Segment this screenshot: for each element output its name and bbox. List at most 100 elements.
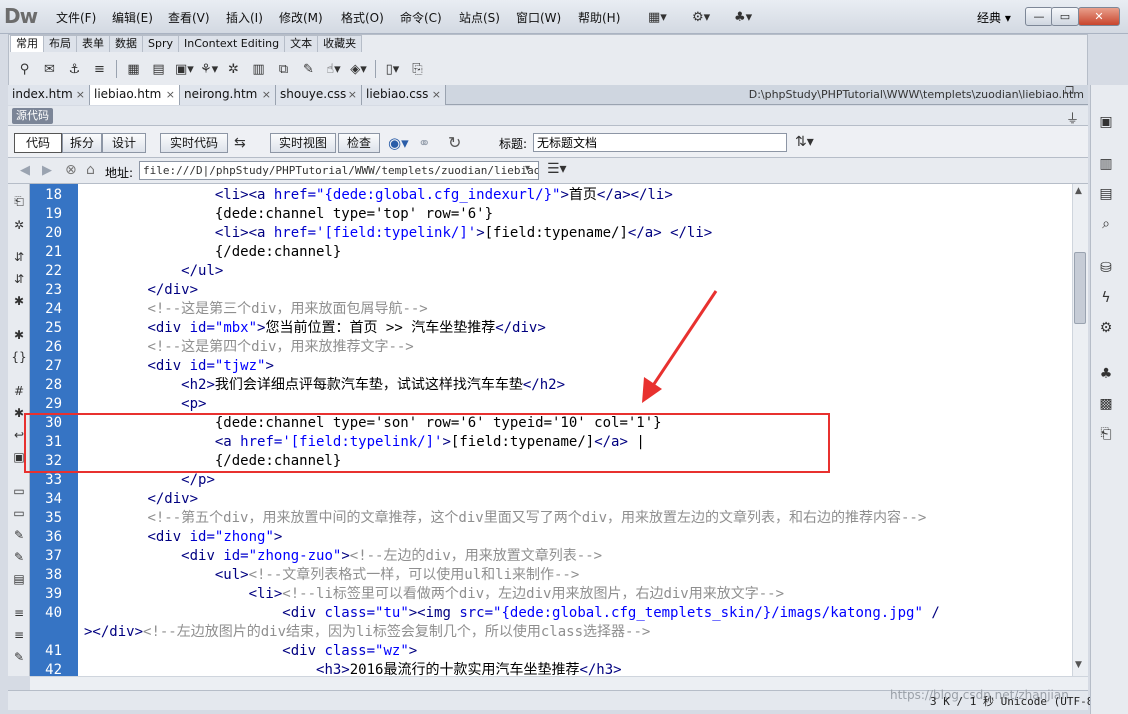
menu-window[interactable]: 窗口(W)	[516, 9, 561, 26]
assets-icon[interactable]: ▩	[1096, 394, 1116, 414]
tab-forms[interactable]: 表单	[76, 35, 110, 52]
code-line[interactable]: <!--第五个div，用来放置中间的文章推荐，这个div里面又写了两个div，用…	[80, 509, 926, 528]
server-include-icon[interactable]: ⧉	[275, 61, 292, 78]
browser-compat-icon[interactable]: ⚭	[418, 134, 431, 152]
menu-modify[interactable]: 修改(M)	[279, 9, 323, 26]
code-line[interactable]: </ul>	[80, 262, 223, 281]
design-view-button[interactable]: 设计	[102, 133, 146, 153]
menu-view[interactable]: 查看(V)	[168, 9, 210, 26]
home-icon[interactable]: ⌂	[86, 162, 95, 178]
tab-liebiao-css[interactable]: liebiao.css ×	[362, 85, 446, 105]
tab-spry[interactable]: Spry	[142, 35, 179, 52]
code-line[interactable]: <ul><!--文章列表格式一样，可以使用ul和li来制作-->	[80, 566, 579, 585]
tab-data[interactable]: 数据	[109, 35, 143, 52]
code-line[interactable]: <div id="zhong-zuo"><!--左边的div，用来放置文章列表-…	[80, 547, 602, 566]
document-title-input[interactable]	[533, 133, 787, 152]
file-management-icon[interactable]: ⇅▾	[795, 134, 814, 150]
close-button[interactable]: ✕	[1078, 7, 1120, 26]
select-parent-tag-icon[interactable]: ✱	[10, 326, 28, 344]
browser-preview-icon[interactable]: ◉▾	[388, 134, 409, 152]
head-icon[interactable]: ☝▾	[325, 61, 342, 78]
layout-icon[interactable]: ▦▾	[648, 8, 667, 26]
tab-incontext[interactable]: InContext Editing	[178, 35, 286, 52]
code-line[interactable]: </div>	[80, 281, 198, 300]
code-line[interactable]: ></div><!--左边放图片的div结束，因为li标签会复制几个，所以使用c…	[84, 623, 650, 642]
databases-icon[interactable]: ⛁	[1096, 258, 1116, 278]
open-documents-icon[interactable]: ⎗	[10, 192, 28, 210]
widget-icon[interactable]: ✲	[225, 61, 242, 78]
tag-chooser-icon[interactable]: ⎘	[409, 61, 426, 78]
close-tab-icon[interactable]: ×	[166, 85, 175, 104]
workspace-switcher[interactable]: 经典 ▾	[977, 9, 1011, 26]
hyperlink-icon[interactable]: ⚲	[16, 61, 33, 78]
menu-help[interactable]: 帮助(H)	[578, 9, 620, 26]
code-line[interactable]: <li><!--li标签里可以看做两个div，左边div用来放图片，右边div用…	[80, 585, 784, 604]
line-numbers-icon[interactable]: #	[10, 382, 28, 400]
filter-icon[interactable]: ⏚	[1066, 108, 1079, 127]
horizontal-rule-icon[interactable]: ≡	[91, 61, 108, 78]
maximize-button[interactable]: ▭	[1051, 7, 1079, 26]
indent-code-icon[interactable]: ≡	[10, 604, 28, 622]
source-code-badge[interactable]: 源代码	[12, 108, 53, 124]
close-tab-icon[interactable]: ×	[76, 85, 85, 104]
bindings-icon[interactable]: ⚙	[1096, 318, 1116, 338]
div-icon[interactable]: ▤	[150, 61, 167, 78]
restore-icon[interactable]: ❐	[1065, 86, 1079, 100]
wrap-tag-icon[interactable]: ✎	[10, 526, 28, 544]
templates-icon[interactable]: ▯▾	[384, 61, 401, 78]
code-line[interactable]: <div class="wz">	[80, 642, 417, 661]
site-icon[interactable]: ♣▾	[734, 8, 752, 26]
collapse-selection-icon[interactable]: ⇵	[10, 270, 28, 288]
server-behaviors-icon[interactable]: ϟ	[1096, 288, 1116, 308]
code-line[interactable]: <div id="mbx">您当前位置：首页 >> 汽车坐垫推荐</div>	[80, 319, 545, 338]
forward-icon[interactable]: ▶	[42, 163, 52, 178]
inspect-button[interactable]: 检查	[338, 133, 380, 153]
code-line[interactable]: <h3>2016最流行的十款实用汽车坐垫推荐</h3>	[80, 661, 622, 676]
tab-favorites[interactable]: 收藏夹	[317, 35, 363, 52]
scroll-up-icon[interactable]: ▲	[1075, 186, 1082, 196]
named-anchor-icon[interactable]: ⚓	[66, 61, 83, 78]
files-icon[interactable]: ♣	[1096, 364, 1116, 384]
outdent-code-icon[interactable]: ≡	[10, 626, 28, 644]
refresh-icon[interactable]: ↻	[448, 133, 461, 152]
address-input[interactable]: file:///D|/phpStudy/PHPTutorial/WWW/temp…	[139, 161, 539, 180]
recent-snippets-icon[interactable]: ✎	[10, 548, 28, 566]
close-tab-icon[interactable]: ×	[348, 85, 357, 104]
menu-commands[interactable]: 命令(C)	[400, 9, 442, 26]
email-link-icon[interactable]: ✉	[41, 61, 58, 78]
format-source-icon[interactable]: ✎	[10, 648, 28, 666]
code-line[interactable]: </p>	[80, 471, 215, 490]
code-line[interactable]: <!--这是第三个div，用来放面包屑导航-->	[80, 300, 427, 319]
collapse-tag-icon[interactable]: ⇵	[10, 248, 28, 266]
date-icon[interactable]: ▥	[250, 61, 267, 78]
tab-layout[interactable]: 布局	[43, 35, 77, 52]
show-code-navigator-icon[interactable]: ✲	[10, 216, 28, 234]
code-line[interactable]: <div id="tjwz">	[80, 357, 273, 376]
menu-site[interactable]: 站点(S)	[459, 9, 500, 26]
tab-neirong-htm[interactable]: neirong.htm ×	[180, 85, 276, 105]
minimize-button[interactable]: —	[1025, 7, 1053, 26]
stop-icon[interactable]: ⊗	[65, 162, 77, 178]
menu-file[interactable]: 文件(F)	[56, 9, 96, 26]
back-icon[interactable]: ◀	[20, 163, 30, 178]
media-icon[interactable]: ⚘▾	[200, 61, 218, 78]
tab-shouye-css[interactable]: shouye.css ×	[276, 85, 362, 105]
inspect-toggle-icon[interactable]: ⇆	[234, 135, 246, 151]
tag-inspector-icon[interactable]: ⌕	[1096, 214, 1116, 234]
code-line[interactable]: {dede:channel type='top' row='6'}	[80, 205, 493, 224]
live-code-button[interactable]: 实时代码	[160, 133, 228, 153]
code-line[interactable]: <li><a href="{dede:global.cfg_indexurl/}…	[80, 186, 673, 205]
tab-common[interactable]: 常用	[10, 35, 44, 52]
tab-liebiao-htm[interactable]: liebiao.htm ×	[90, 85, 180, 105]
tab-text[interactable]: 文本	[284, 35, 319, 52]
vertical-scroll-thumb[interactable]	[1074, 252, 1086, 324]
balance-braces-icon[interactable]: {}	[10, 348, 28, 366]
code-view-button[interactable]: 代码	[14, 133, 62, 153]
code-line[interactable]: <p>	[80, 395, 206, 414]
menu-edit[interactable]: 编辑(E)	[112, 9, 153, 26]
code-line[interactable]: <li><a href='[field:typelink/]'>[field:t…	[80, 224, 712, 243]
menu-format[interactable]: 格式(O)	[341, 9, 384, 26]
live-view-options-icon[interactable]: ☰▾	[547, 161, 567, 177]
tab-index-htm[interactable]: index.htm ×	[8, 85, 90, 105]
split-view-button[interactable]: 拆分	[62, 133, 102, 153]
